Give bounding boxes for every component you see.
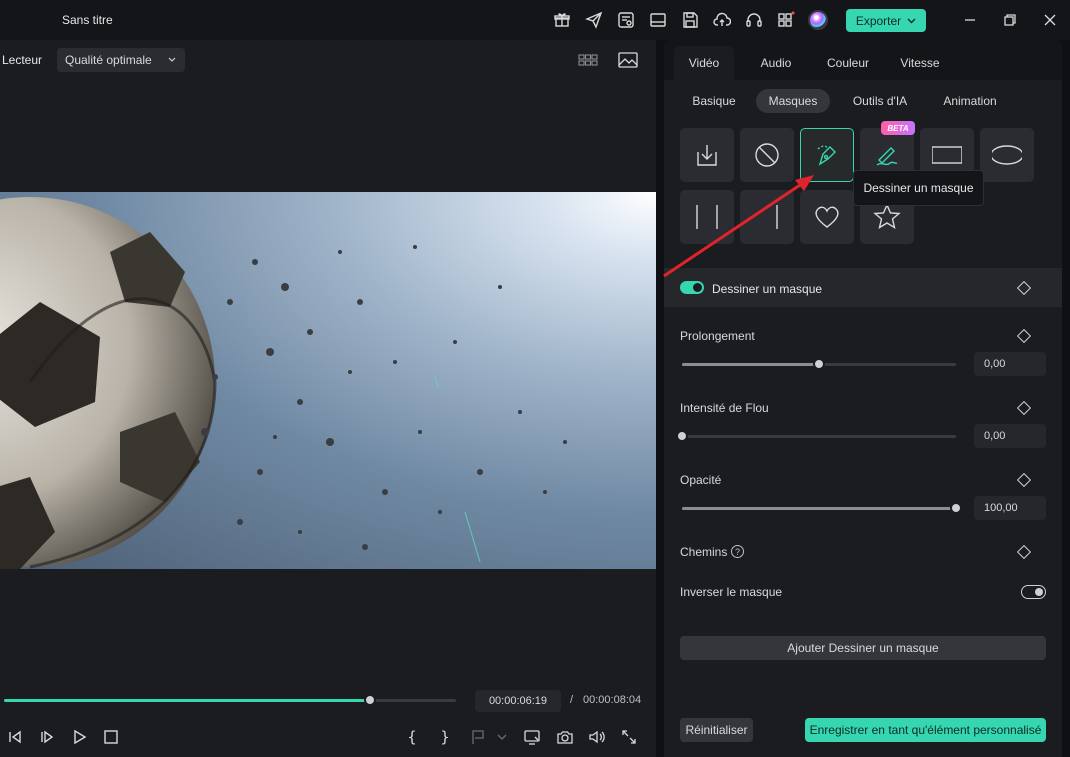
mask-heart-tile[interactable] [800,190,854,244]
reset-button[interactable]: Réinitialiser [680,718,753,742]
draw-mask-toggle[interactable] [680,281,704,294]
volume-icon[interactable] [587,727,607,747]
subtab-outils-ia[interactable]: Outils d'IA [844,89,916,113]
chevron-down-icon[interactable] [492,727,512,747]
invert-mask-label: Inverser le masque [680,585,783,599]
tab-audio[interactable]: Audio [746,46,806,80]
opacite-label: Opacité [680,473,722,487]
single-line-icon [776,205,778,229]
mark-in-button[interactable]: { [402,727,422,747]
tab-vitesse[interactable]: Vitesse [890,46,950,80]
download-icon [697,145,717,166]
tab-couleur[interactable]: Couleur [818,46,878,80]
brush-icon [876,147,898,166]
opacite-value[interactable]: 100,00 [974,496,1046,520]
avatar[interactable] [808,10,828,30]
beta-badge: BETA [881,121,915,135]
pen-tool-icon [817,145,836,166]
mask-double-line-tile[interactable] [680,190,734,244]
mask-none-tile[interactable] [740,128,794,182]
tooltip: Dessiner un masque [853,170,984,206]
double-line-icon [696,205,718,229]
send-icon[interactable] [584,10,604,30]
progress-handle[interactable] [364,694,377,706]
total-duration: 00:00:08:04 [583,694,642,706]
slider-handle[interactable] [676,430,688,442]
play-icon[interactable] [69,727,89,747]
star-icon [873,203,901,229]
prolongement-label: Prolongement [680,329,755,343]
camera-icon[interactable] [555,727,575,747]
save-icon[interactable] [680,10,700,30]
slider-fill [682,507,956,510]
flou-slider[interactable] [676,430,956,442]
project-title: Sans titre [62,13,113,27]
slider-handle[interactable] [950,502,962,514]
export-button[interactable]: Exporter [846,9,926,32]
time-separator: / [570,694,574,706]
display-icon[interactable] [522,727,542,747]
main-tabs: Vidéo Audio Couleur Vitesse [664,40,1062,80]
video-preview[interactable] [0,192,656,569]
mark-in-label: { [407,728,417,746]
mark-out-label: } [440,728,450,746]
progress-fill [4,699,371,702]
rectangle-icon [932,146,962,164]
subtab-masques[interactable]: Masques [756,89,830,113]
slider-handle[interactable] [813,358,825,370]
help-icon[interactable]: ? [731,545,744,558]
player-label: Lecteur [2,53,43,67]
section-title: Dessiner un masque [712,282,823,296]
flou-value[interactable]: 0,00 [974,424,1046,448]
previous-frame-icon[interactable] [5,727,25,747]
maximize-icon[interactable] [1002,12,1018,28]
marker-icon[interactable] [468,727,488,747]
mark-out-button[interactable]: } [435,727,455,747]
chevron-down-icon [907,18,916,24]
image-icon[interactable] [617,50,639,70]
invert-mask-toggle[interactable] [1021,585,1046,599]
ellipse-icon [992,145,1022,165]
prolongement-value[interactable]: 0,00 [974,352,1046,376]
chevron-down-icon [168,57,176,62]
mask-single-line-tile[interactable] [740,190,794,244]
subtab-basique[interactable]: Basique [684,89,744,113]
templates-icon[interactable] [616,10,636,30]
slider-fill [682,363,819,366]
tab-video[interactable]: Vidéo [674,46,734,80]
current-timecode[interactable]: 00:00:06:19 [475,690,561,712]
next-frame-icon[interactable] [37,727,57,747]
add-draw-mask-button[interactable]: Ajouter Dessiner un masque [680,636,1046,660]
mask-import-tile[interactable] [680,128,734,182]
close-icon[interactable] [1042,12,1058,28]
quality-select[interactable]: Qualité optimale [57,48,185,72]
headset-icon[interactable] [744,10,764,30]
playback-progress[interactable] [4,694,456,706]
soccer-ball-image [0,197,567,569]
mask-draw-tile[interactable] [800,128,854,182]
export-label: Exporter [855,13,902,28]
save-custom-element-button[interactable]: Enregistrer en tant qu'élément personnal… [805,718,1046,742]
none-icon [755,143,779,167]
opacite-slider[interactable] [682,502,962,514]
mask-ellipse-tile[interactable] [980,128,1034,182]
fullscreen-icon[interactable] [619,727,639,747]
gift-icon[interactable] [552,10,572,30]
heart-icon [815,206,839,228]
layout-icon[interactable] [648,10,668,30]
prolongement-slider[interactable] [682,358,956,370]
minimize-icon[interactable] [962,12,978,28]
paths-label: Chemins [680,545,728,559]
grid-view-icon[interactable] [577,50,599,70]
flou-label: Intensité de Flou [680,401,769,415]
subtab-animation[interactable]: Animation [934,89,1006,113]
quality-value: Qualité optimale [65,53,152,67]
apps-grid-icon[interactable] [776,10,796,30]
stop-icon[interactable] [101,727,121,747]
cloud-upload-icon[interactable] [712,10,732,30]
